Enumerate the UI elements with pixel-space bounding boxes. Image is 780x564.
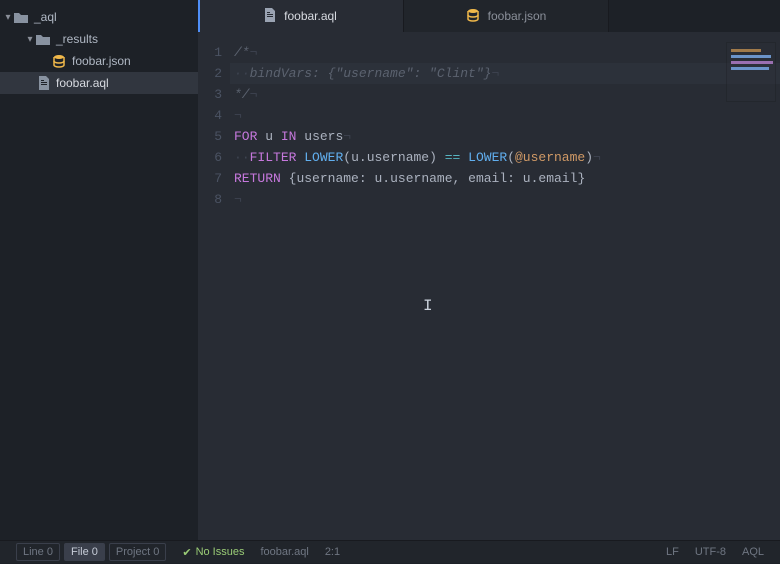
status-encoding[interactable]: UTF-8 — [687, 541, 734, 564]
code-area[interactable]: /*¬··bindVars: {"username": "Clint"}¬*/¬… — [230, 32, 780, 540]
status-filename[interactable]: foobar.aql — [252, 541, 316, 564]
status-line-ending[interactable]: LF — [658, 541, 687, 564]
minimap[interactable] — [726, 42, 776, 102]
status-bar: Line 0 File 0 Project 0 ✔ No Issues foob… — [0, 540, 780, 563]
code-line[interactable]: ¬ — [230, 105, 780, 126]
check-icon: ✔ — [182, 546, 191, 559]
status-line-scope[interactable]: Line 0 File 0 Project 0 — [8, 541, 174, 564]
tab-foobar-aql[interactable]: foobar.aql — [198, 0, 403, 32]
file-icon — [38, 76, 50, 90]
scope-file[interactable]: File 0 — [64, 543, 105, 561]
tab-label: foobar.aql — [284, 9, 337, 23]
code-line[interactable]: /*¬ — [230, 42, 780, 63]
tree-label: foobar.json — [72, 54, 131, 68]
code-line[interactable]: FOR u IN users¬ — [230, 126, 780, 147]
line-number: 1 — [198, 42, 222, 63]
tree-file-foobar-aql[interactable]: foobar.aql — [0, 72, 198, 94]
code-line[interactable]: ··FILTER LOWER(u.username) == LOWER(@use… — [230, 147, 780, 168]
line-gutter: 1 2 3 4 5 6 7 8 — [198, 32, 230, 540]
folder-icon — [14, 11, 28, 23]
code-line[interactable]: ¬ — [230, 189, 780, 210]
tree-label: _results — [56, 32, 98, 46]
database-icon — [52, 54, 66, 68]
line-number: 2 — [198, 63, 222, 84]
tree-folder-aql[interactable]: ▾ _aql — [0, 6, 198, 28]
code-line[interactable]: RETURN {username: u.username, email: u.e… — [230, 168, 780, 189]
tree-folder-results[interactable]: ▾ _results — [0, 28, 198, 50]
chevron-down-icon: ▾ — [2, 12, 14, 23]
scope-line[interactable]: Line 0 — [16, 543, 60, 561]
chevron-down-icon: ▾ — [24, 34, 36, 45]
line-number: 3 — [198, 84, 222, 105]
status-language[interactable]: AQL — [734, 541, 772, 564]
tab-bar: foobar.aql foobar.json — [198, 0, 780, 32]
tab-label: foobar.json — [488, 9, 547, 23]
database-icon — [466, 8, 480, 25]
file-tree: ▾ _aql ▾ _results foobar.json foobar.aql — [0, 0, 198, 540]
folder-icon — [36, 33, 50, 45]
tab-bar-spacer — [608, 0, 780, 32]
line-number: 7 — [198, 168, 222, 189]
code-line[interactable]: */¬ — [230, 84, 780, 105]
text-cursor-icon: I — [423, 296, 424, 314]
line-number: 5 — [198, 126, 222, 147]
file-icon — [264, 8, 276, 25]
scope-project[interactable]: Project 0 — [109, 543, 166, 561]
code-editor[interactable]: 1 2 3 4 5 6 7 8 /*¬··bindVars: {"usernam… — [198, 32, 780, 540]
tab-foobar-json[interactable]: foobar.json — [403, 0, 608, 32]
tree-label: foobar.aql — [56, 76, 109, 90]
status-cursor-pos[interactable]: 2:1 — [317, 541, 348, 564]
line-number: 8 — [198, 189, 222, 210]
line-number: 4 — [198, 105, 222, 126]
code-line[interactable]: ··bindVars: {"username": "Clint"}¬ — [230, 63, 780, 84]
tree-label: _aql — [34, 10, 57, 24]
tree-file-foobar-json[interactable]: foobar.json — [0, 50, 198, 72]
line-number: 6 — [198, 147, 222, 168]
status-issues[interactable]: ✔ No Issues — [174, 541, 252, 564]
